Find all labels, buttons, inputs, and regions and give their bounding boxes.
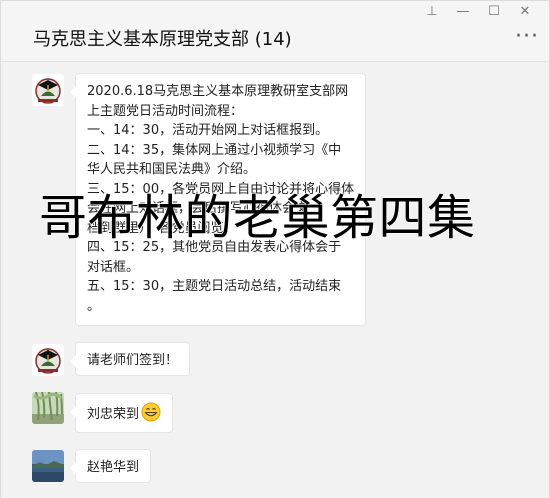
message-line: 会在网上对话框，会后撰写心得体会文 [87, 201, 309, 216]
avatar[interactable] [32, 450, 64, 482]
message-line: 一、14：30，活动开始网上对话框报到。 [87, 123, 329, 138]
message-text: 刘忠荣到 [87, 402, 161, 425]
avatar[interactable] [32, 344, 64, 376]
message-bubble[interactable]: 刘忠荣到 [69, 393, 174, 433]
chat-window: 马克思主义基本原理党支部 (14) ⊥ — ☐ ✕ ··· 2020.6.18马… [0, 0, 550, 498]
message-line: 对话框。 [87, 259, 140, 275]
message-line: 档到群里），各党员阅览。 [87, 220, 237, 236]
willow-tree-photo-icon [32, 392, 64, 424]
university-logo-icon [32, 74, 64, 106]
message-text-content: 刘忠荣到 [87, 407, 140, 422]
message-line: 上主题党日活动时间流程： [87, 103, 244, 119]
message-bubble[interactable]: 赵艳华到 [69, 449, 152, 483]
university-logo-icon [32, 344, 64, 376]
message-bubble[interactable]: 请老师们签到！ [69, 342, 191, 376]
message-bubble[interactable]: 2020.6.18马克思主义基本原理教研室支部网 上主题党日活动时间流程： 一、… [70, 73, 366, 326]
message-list: 2020.6.18马克思主义基本原理教研室支部网 上主题党日活动时间流程： 一、… [1, 62, 549, 498]
message-line: 四、15：25，其他党员自由发表心得体会于 [87, 240, 342, 255]
chat-title: 马克思主义基本原理党支部 (14) [33, 29, 292, 50]
message-text: 赵艳华到 [87, 460, 140, 475]
grinning-face-icon [141, 402, 161, 422]
message-line: 2020.6.18马克思主义基本原理教研室支部网 [87, 84, 349, 99]
landscape-photo-icon [32, 450, 64, 482]
more-options-icon[interactable]: ··· [515, 26, 539, 48]
title-bar: 马克思主义基本原理党支部 (14) ⊥ — ☐ ✕ ··· [1, 1, 549, 62]
message-line: 华人民共和国民法典》介绍。 [87, 162, 257, 177]
message-text: 请老师们签到！ [87, 353, 179, 368]
pin-icon[interactable]: ⊥ [421, 3, 443, 21]
avatar[interactable] [32, 74, 64, 106]
message-line: 二、14：35，集体网上通过小视频学习《中 [87, 142, 342, 158]
close-icon[interactable]: ✕ [514, 3, 536, 21]
minimize-icon[interactable]: — [452, 3, 474, 21]
maximize-icon[interactable]: ☐ [483, 3, 505, 21]
message-line: 五、15：30，主题党日活动总结，活动结束 [87, 279, 342, 294]
avatar[interactable] [32, 392, 64, 424]
message-line: 。 [87, 298, 101, 314]
message-line: 三、15：00，各党员网上自由讨论并将心得体 [87, 181, 355, 197]
